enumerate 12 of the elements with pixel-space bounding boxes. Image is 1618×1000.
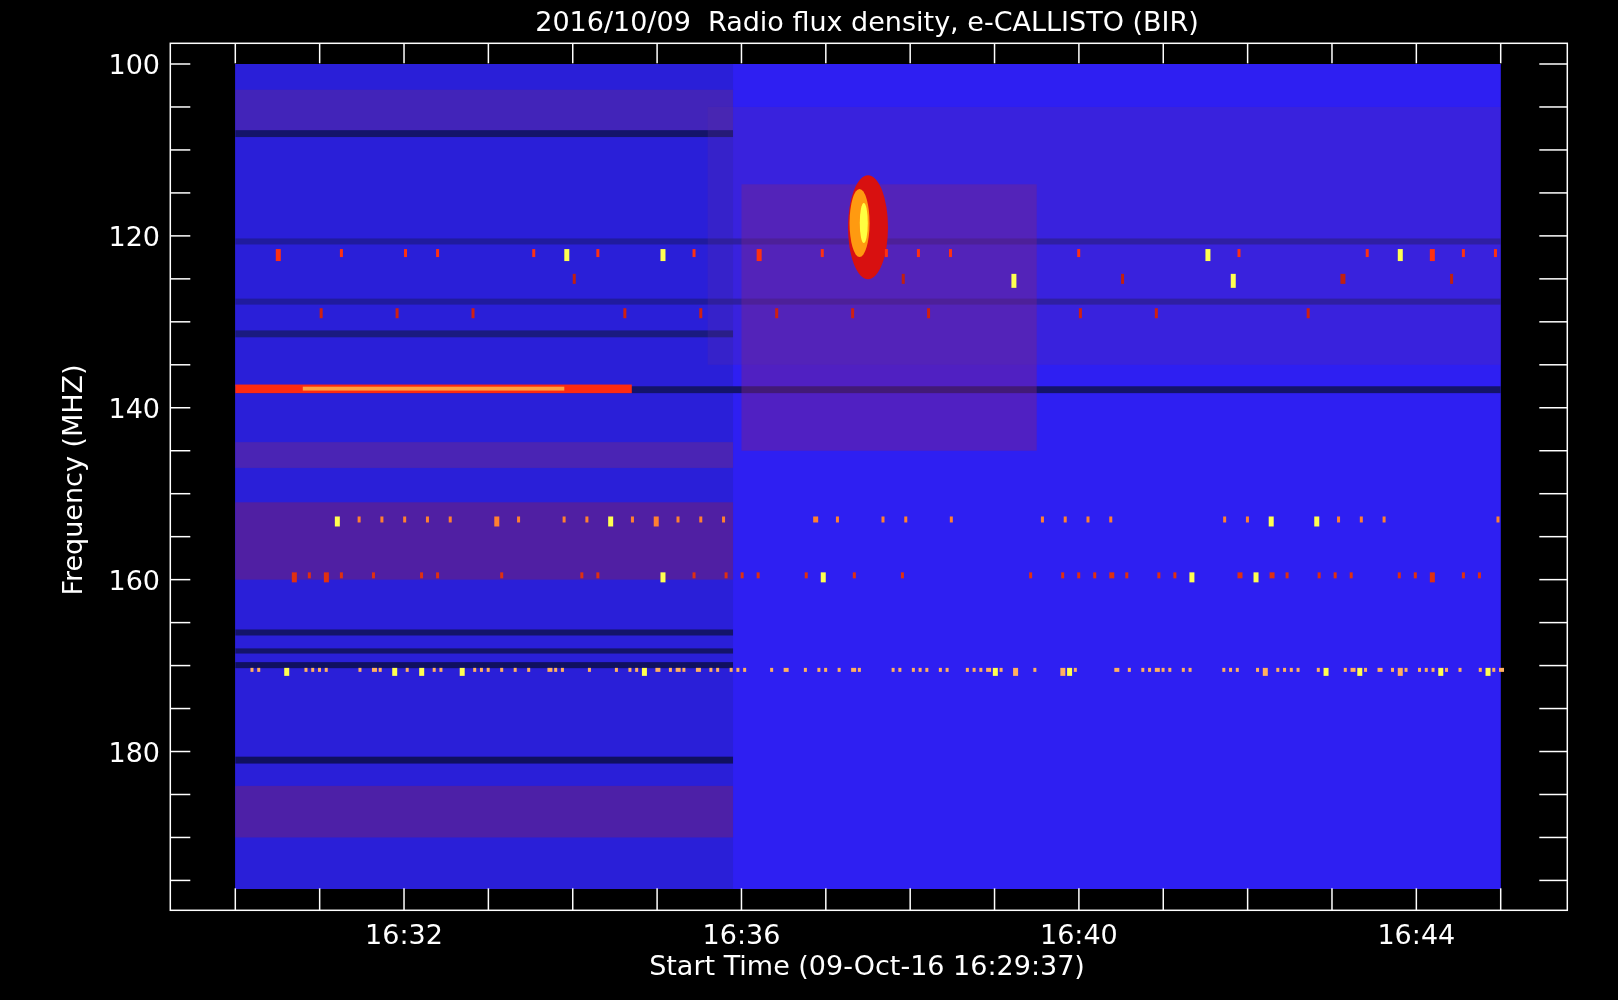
x-tick-label: 16:40	[1040, 919, 1118, 950]
x-tick-label: 16:44	[1377, 919, 1456, 950]
y-tick-label: 140	[108, 392, 160, 424]
chart-title: 2016/10/09 Radio flux density, e-CALLISTO (BIR)	[535, 6, 1199, 37]
y-tick-label: 120	[108, 220, 160, 252]
x-tick-label: 16:32	[365, 919, 443, 950]
y-tick-label: 180	[108, 736, 160, 768]
y-axis-label: Frequency (MHZ)	[57, 364, 88, 596]
y-tick-label: 100	[108, 49, 160, 80]
y-tick-label: 160	[108, 564, 160, 596]
x-tick-label: 16:36	[702, 919, 781, 950]
x-axis-label: Start Time (09-Oct-16 16:29:37)	[649, 950, 1085, 981]
